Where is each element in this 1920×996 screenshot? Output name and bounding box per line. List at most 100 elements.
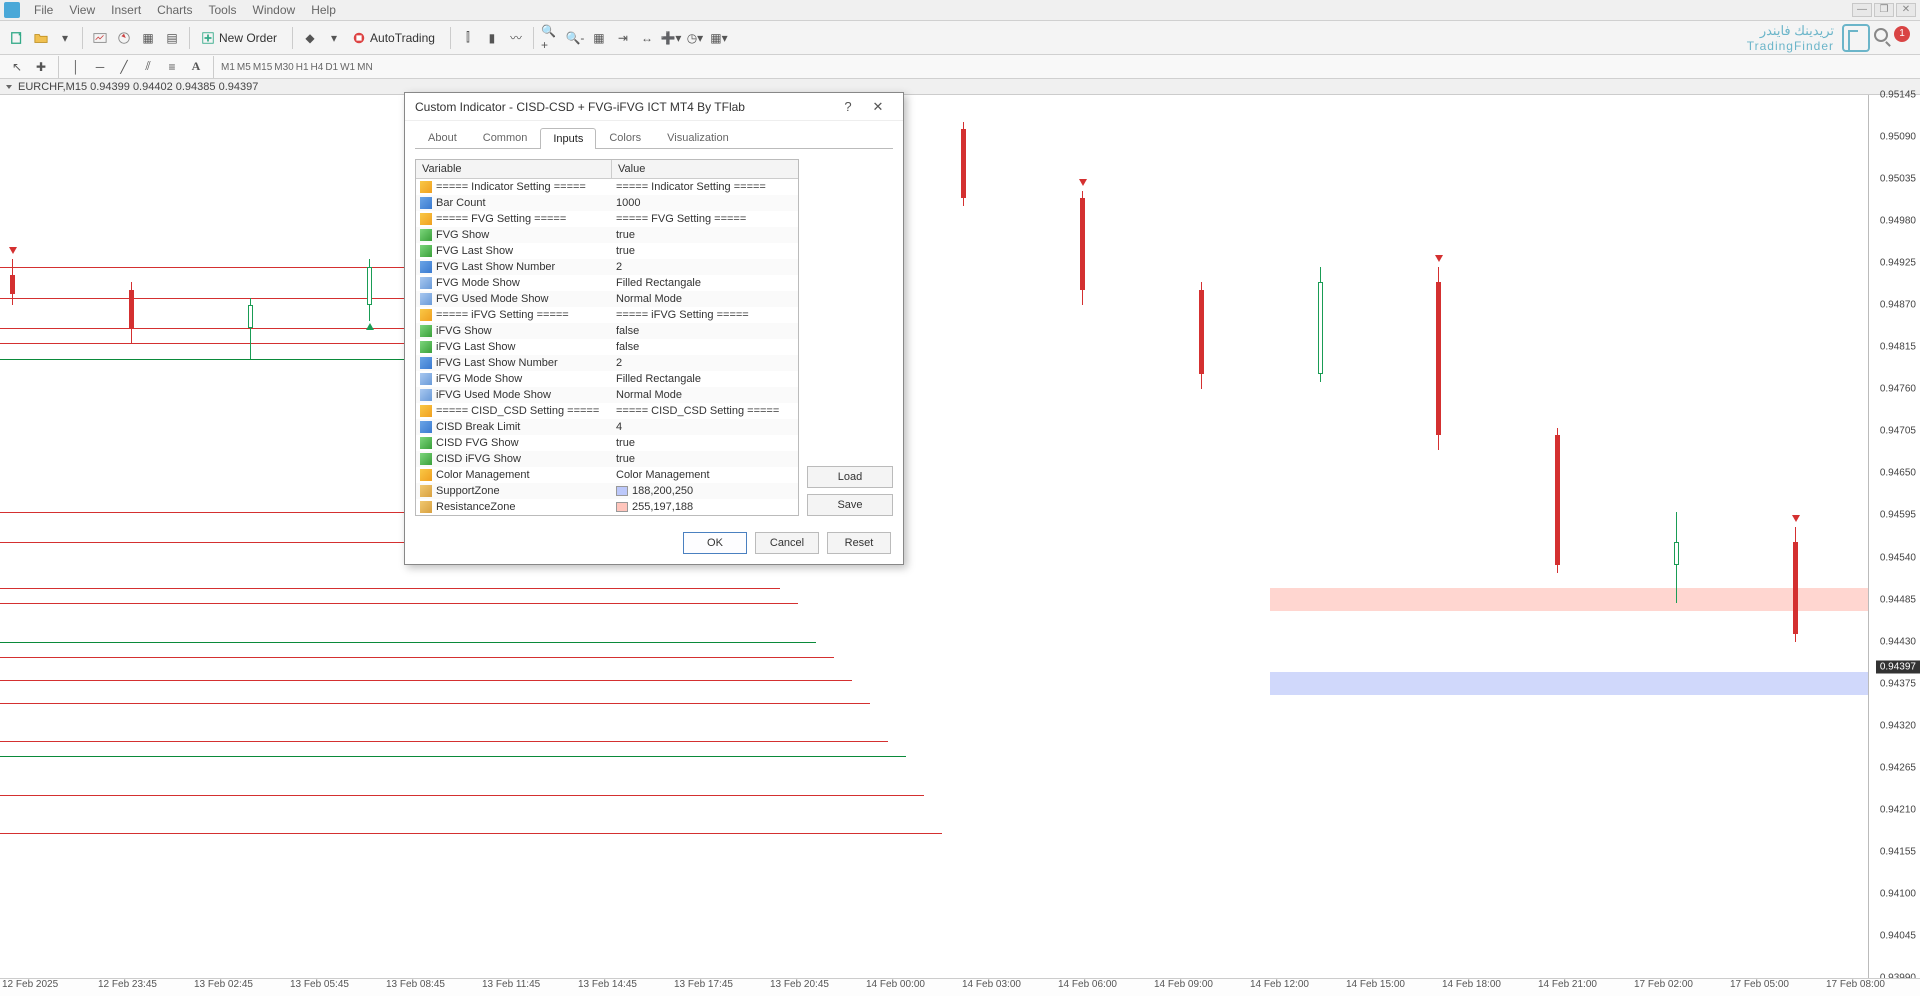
param-value[interactable]: Normal Mode — [616, 389, 682, 401]
input-row[interactable]: iFVG Used Mode ShowNormal Mode — [416, 387, 798, 403]
reset-button[interactable]: Reset — [827, 532, 891, 554]
auto-scroll-icon[interactable]: ⇥ — [612, 27, 634, 49]
column-header-variable[interactable]: Variable — [416, 160, 612, 178]
param-value[interactable]: 2 — [616, 357, 622, 369]
timeframe-h1[interactable]: H1 — [295, 61, 310, 74]
timeframe-w1[interactable]: W1 — [339, 61, 356, 74]
crosshair-icon[interactable]: ✚ — [30, 56, 52, 78]
notification-badge[interactable]: 1 — [1894, 26, 1910, 42]
menu-view[interactable]: View — [61, 1, 103, 19]
dialog-close-icon[interactable]: ✕ — [863, 95, 893, 119]
tab-about[interactable]: About — [415, 127, 470, 148]
param-value[interactable]: 4 — [616, 421, 622, 433]
menu-help[interactable]: Help — [303, 1, 344, 19]
chart-shift-icon[interactable]: ↔ — [636, 27, 658, 49]
input-row[interactable]: iFVG Last Showfalse — [416, 339, 798, 355]
market-watch-icon[interactable] — [89, 27, 111, 49]
open-icon[interactable] — [30, 27, 52, 49]
param-value[interactable]: 255,197,188 — [632, 501, 693, 513]
window-minimize-button[interactable]: — — [1852, 3, 1872, 17]
bar-chart-icon[interactable]: ⫿ — [457, 27, 479, 49]
input-row[interactable]: FVG Last Showtrue — [416, 243, 798, 259]
timeframe-m5[interactable]: M5 — [236, 61, 252, 74]
autotrading-button[interactable]: AutoTrading — [347, 26, 444, 50]
param-value[interactable]: true — [616, 229, 635, 241]
param-value[interactable]: Filled Rectangale — [616, 373, 701, 385]
new-order-button[interactable]: New Order — [196, 26, 286, 50]
input-row[interactable]: iFVG Mode ShowFilled Rectangale — [416, 371, 798, 387]
metaquotes-icon[interactable]: ◆ — [299, 27, 321, 49]
timeframe-d1[interactable]: D1 — [324, 61, 339, 74]
horizontal-line-icon[interactable]: ─ — [89, 56, 111, 78]
param-value[interactable]: true — [616, 245, 635, 257]
param-value[interactable]: ===== CISD_CSD Setting ===== — [616, 405, 779, 417]
tab-inputs[interactable]: Inputs — [540, 128, 596, 149]
param-value[interactable]: ===== Indicator Setting ===== — [616, 181, 766, 193]
dialog-help-icon[interactable]: ? — [833, 95, 863, 119]
chart-dropdown-icon[interactable] — [4, 82, 14, 92]
param-value[interactable]: 1000 — [616, 197, 640, 209]
input-row[interactable]: SupportZone188,200,250 — [416, 483, 798, 499]
column-header-value[interactable]: Value — [612, 160, 798, 178]
param-value[interactable]: true — [616, 437, 635, 449]
templates-icon[interactable]: ▦▾ — [708, 27, 730, 49]
input-row[interactable]: iFVG Last Show Number2 — [416, 355, 798, 371]
terminal-icon[interactable]: ▦ — [137, 27, 159, 49]
timeframe-h4[interactable]: H4 — [310, 61, 325, 74]
input-row[interactable]: FVG Used Mode ShowNormal Mode — [416, 291, 798, 307]
line-chart-icon[interactable]: 〰 — [505, 27, 527, 49]
equidistant-channel-icon[interactable]: ⫽ — [137, 56, 159, 78]
param-value[interactable]: ===== iFVG Setting ===== — [616, 309, 749, 321]
input-row[interactable]: FVG Showtrue — [416, 227, 798, 243]
cancel-button[interactable]: Cancel — [755, 532, 819, 554]
indicators-icon[interactable]: ➕▾ — [660, 27, 682, 49]
input-row[interactable]: ===== Indicator Setting ========== Indic… — [416, 179, 798, 195]
param-value[interactable]: ===== FVG Setting ===== — [616, 213, 746, 225]
text-label-icon[interactable]: A — [185, 56, 207, 78]
zoom-out-icon[interactable]: 🔍- — [564, 27, 586, 49]
new-chart-icon[interactable] — [6, 27, 28, 49]
window-restore-button[interactable]: ❐ — [1874, 3, 1894, 17]
input-row[interactable]: ===== iFVG Setting ========== iFVG Setti… — [416, 307, 798, 323]
input-row[interactable]: Color ManagementColor Management — [416, 467, 798, 483]
param-value[interactable]: Filled Rectangale — [616, 277, 701, 289]
trendline-icon[interactable]: ╱ — [113, 56, 135, 78]
tab-common[interactable]: Common — [470, 127, 541, 148]
timeframe-m30[interactable]: M30 — [273, 61, 294, 74]
input-row[interactable]: FVG Last Show Number2 — [416, 259, 798, 275]
profiles-icon[interactable]: ▾ — [54, 27, 76, 49]
candlestick-chart-icon[interactable]: ▮ — [481, 27, 503, 49]
timeframe-m15[interactable]: M15 — [252, 61, 273, 74]
input-row[interactable]: Bar Count1000 — [416, 195, 798, 211]
chart-canvas[interactable] — [0, 95, 1868, 978]
input-row[interactable]: ===== CISD_CSD Setting ========== CISD_C… — [416, 403, 798, 419]
menu-insert[interactable]: Insert — [103, 1, 149, 19]
tab-visualization[interactable]: Visualization — [654, 127, 742, 148]
load-button[interactable]: Load — [807, 466, 893, 488]
input-row[interactable]: FVG Mode ShowFilled Rectangale — [416, 275, 798, 291]
timeframe-m1[interactable]: M1 — [220, 61, 236, 74]
inputs-table[interactable]: Variable Value ===== Indicator Setting =… — [415, 159, 799, 516]
window-close-button[interactable]: ✕ — [1896, 3, 1916, 17]
ok-button[interactable]: OK — [683, 532, 747, 554]
param-value[interactable]: false — [616, 325, 639, 337]
periodicity-icon[interactable]: ◷▾ — [684, 27, 706, 49]
timeframe-mn[interactable]: MN — [356, 61, 374, 74]
param-value[interactable]: 188,200,250 — [632, 485, 693, 497]
chart-area[interactable]: 0.951450.950900.950350.949800.949250.948… — [0, 95, 1920, 978]
menu-tools[interactable]: Tools — [201, 1, 245, 19]
input-row[interactable]: ResistanceZone255,197,188 — [416, 499, 798, 515]
navigator-icon[interactable] — [113, 27, 135, 49]
fibonacci-icon[interactable]: ≡ — [161, 56, 183, 78]
zoom-in-icon[interactable]: 🔍+ — [540, 27, 562, 49]
input-row[interactable]: CISD iFVG Showtrue — [416, 451, 798, 467]
param-value[interactable]: false — [616, 341, 639, 353]
expert-advisors-icon[interactable]: ▾ — [323, 27, 345, 49]
search-icon[interactable] — [1874, 28, 1888, 42]
strategy-tester-icon[interactable]: ▤ — [161, 27, 183, 49]
param-value[interactable]: true — [616, 453, 635, 465]
input-row[interactable]: CISD FVG Showtrue — [416, 435, 798, 451]
tile-windows-icon[interactable]: ▦ — [588, 27, 610, 49]
cursor-icon[interactable]: ↖ — [6, 56, 28, 78]
param-value[interactable]: Normal Mode — [616, 293, 682, 305]
